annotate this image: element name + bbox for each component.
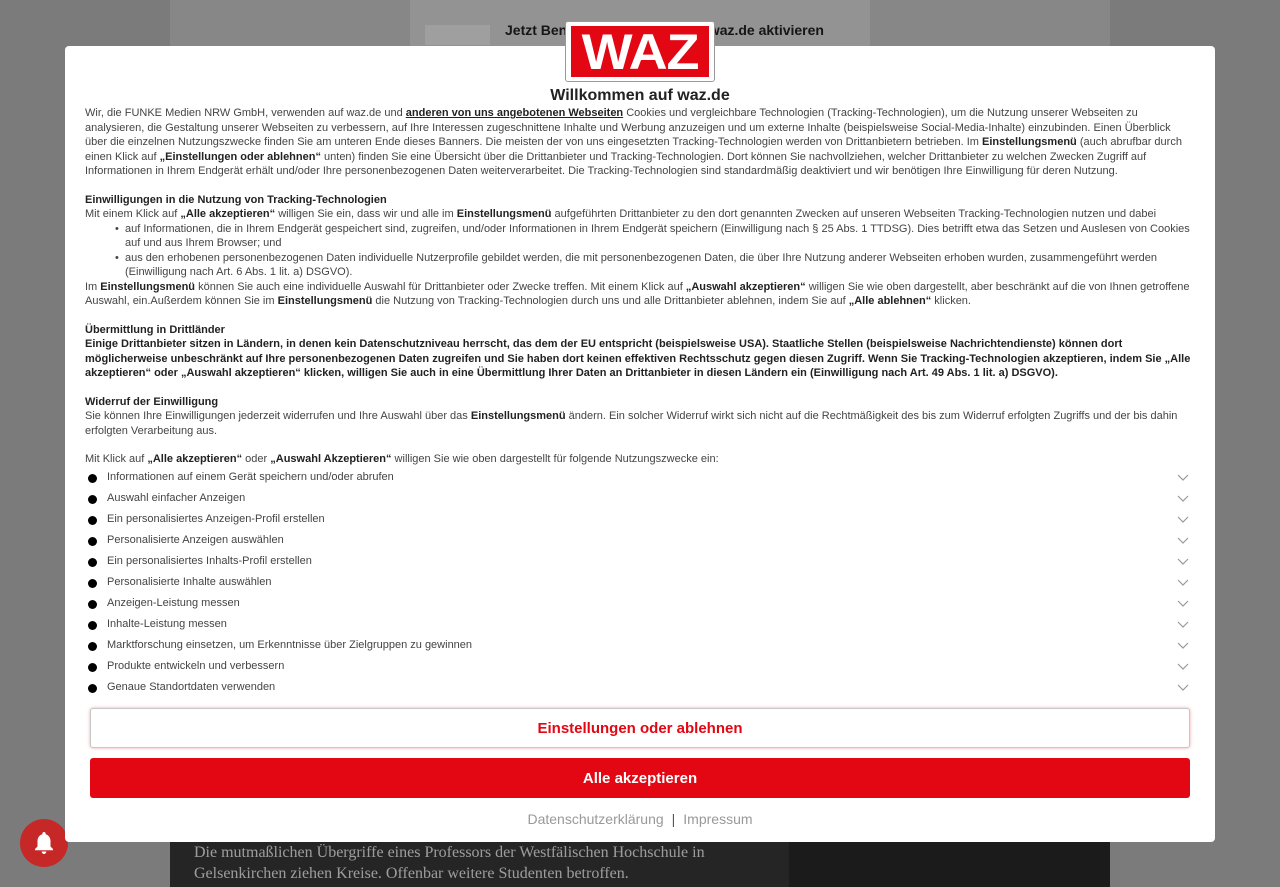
purpose-item[interactable]: Personalisierte Anzeigen auswählen — [85, 529, 1195, 550]
consent-bullet: auf Informationen, die in Ihrem Endgerät… — [115, 222, 1195, 251]
waz-logo: WAZ — [565, 21, 715, 82]
consent-modal: WAZ Willkommen auf waz.de Wir, die FUNKE… — [65, 21, 1215, 842]
settings-menu-link[interactable]: Einstellungsmenü — [982, 136, 1077, 148]
chevron-down-icon[interactable] — [1177, 660, 1189, 672]
consent-text: Wir, die FUNKE Medien NRW GmbH, verwende… — [85, 106, 1195, 467]
bullet-dot-icon — [88, 473, 97, 483]
chevron-down-icon[interactable] — [1177, 534, 1189, 546]
bullet-dot-icon — [88, 599, 97, 609]
consent-bullets: auf Informationen, die in Ihrem Endgerät… — [115, 222, 1195, 280]
intro-paragraph: Wir, die FUNKE Medien NRW GmbH, verwende… — [85, 107, 1182, 177]
chevron-down-icon[interactable] — [1177, 618, 1189, 630]
bullet-dot-icon — [88, 557, 97, 567]
chevron-down-icon[interactable] — [1177, 513, 1189, 525]
purpose-item[interactable]: Auswahl einfacher Anzeigen — [85, 487, 1195, 508]
settings-menu-link[interactable]: Einstellungsmenü — [471, 410, 566, 422]
bell-icon[interactable] — [20, 819, 68, 867]
settings-menu-link[interactable]: Einstellungsmenü — [278, 295, 373, 307]
chevron-down-icon[interactable] — [1177, 492, 1189, 504]
consent-heading: Einwilligungen in die Nutzung von Tracki… — [85, 193, 387, 206]
footer-links: Datenschutzerklärung | Impressum — [65, 811, 1215, 827]
purpose-item[interactable]: Ein personalisiertes Inhalts-Profil erst… — [85, 550, 1195, 571]
bullet-dot-icon — [88, 641, 97, 651]
purposes-list: Informationen auf einem Gerät speichern … — [85, 466, 1195, 697]
imprint-link[interactable]: Impressum — [683, 811, 752, 827]
transfer-heading: Übermittlung in Drittländer — [85, 323, 225, 336]
settings-or-reject-button[interactable]: Einstellungen oder ablehnen — [90, 708, 1190, 748]
purpose-item[interactable]: Personalisierte Inhalte auswählen — [85, 571, 1195, 592]
purposes-intro: Mit Klick auf „Alle akzeptieren“ oder „A… — [85, 453, 719, 465]
consent-paragraph: Einwilligungen in die Nutzung von Tracki… — [85, 193, 1157, 221]
settings-menu-link[interactable]: Einstellungsmenü — [457, 208, 552, 220]
purpose-item[interactable]: Inhalte-Leistung messen — [85, 613, 1195, 634]
modal-title: Willkommen auf waz.de — [550, 87, 730, 104]
selection-paragraph: Im Einstellungsmenü können Sie auch eine… — [85, 280, 1190, 308]
purpose-item[interactable]: Informationen auf einem Gerät speichern … — [85, 466, 1195, 487]
other-websites-link[interactable]: anderen von uns angebotenen Webseiten — [406, 107, 623, 119]
purpose-item[interactable]: Anzeigen-Leistung messen — [85, 592, 1195, 613]
settings-menu-link[interactable]: Einstellungsmenü — [100, 281, 195, 293]
accept-all-button[interactable]: Alle akzeptieren — [90, 758, 1190, 798]
logo-text: WAZ — [581, 23, 700, 80]
purpose-item[interactable]: Ein personalisiertes Anzeigen-Profil ers… — [85, 508, 1195, 529]
chevron-down-icon[interactable] — [1177, 471, 1189, 483]
chevron-down-icon[interactable] — [1177, 639, 1189, 651]
privacy-policy-link[interactable]: Datenschutzerklärung — [527, 811, 663, 827]
bullet-dot-icon — [88, 494, 97, 504]
purpose-item[interactable]: Produkte entwickeln und verbessern — [85, 655, 1195, 676]
transfer-paragraph: Übermittlung in Drittländer Einige Dritta… — [85, 323, 1191, 380]
chevron-down-icon[interactable] — [1177, 555, 1189, 567]
chevron-down-icon[interactable] — [1177, 576, 1189, 588]
chevron-down-icon[interactable] — [1177, 681, 1189, 693]
bullet-dot-icon — [88, 515, 97, 525]
purpose-item[interactable]: Marktforschung einsetzen, um Erkenntniss… — [85, 634, 1195, 655]
footer-separator: | — [671, 811, 676, 827]
bullet-dot-icon — [88, 683, 97, 693]
chevron-down-icon[interactable] — [1177, 597, 1189, 609]
consent-bullet: aus den erhobenen personenbezogenen Date… — [115, 251, 1195, 280]
bullet-dot-icon — [88, 536, 97, 546]
revoke-heading: Widerruf der Einwilligung — [85, 395, 219, 408]
bullet-dot-icon — [88, 662, 97, 672]
bullet-dot-icon — [88, 620, 97, 630]
revoke-paragraph: Widerruf der Einwilligung Sie können Ihre… — [85, 395, 1178, 437]
bullet-dot-icon — [88, 578, 97, 588]
purpose-item[interactable]: Genaue Standortdaten verwenden — [85, 676, 1195, 697]
